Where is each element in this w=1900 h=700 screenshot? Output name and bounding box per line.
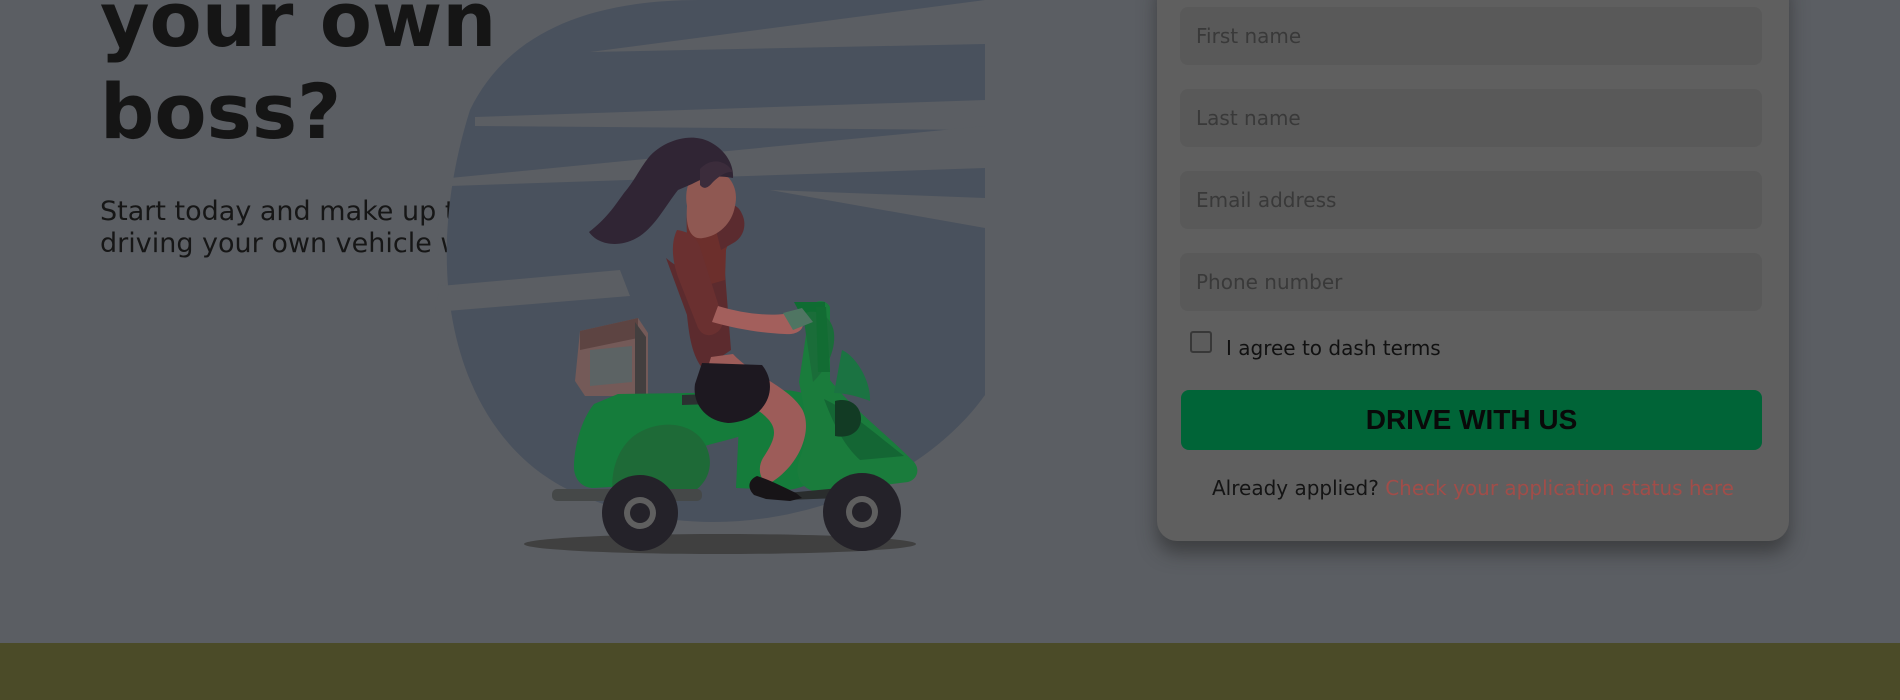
last-name-input[interactable] — [1180, 89, 1762, 147]
phone-field — [1180, 253, 1762, 311]
footer-color-band — [0, 643, 1900, 700]
terms-agreement-row[interactable]: I agree to dash terms — [1190, 331, 1441, 363]
email-input[interactable] — [1180, 171, 1762, 229]
driver-signup-form: I agree to dash terms DRIVE WITH US Alre… — [1157, 0, 1789, 541]
delivery-scooter-illustration — [435, 0, 985, 554]
first-name-input[interactable] — [1180, 7, 1762, 65]
phone-input[interactable] — [1180, 253, 1762, 311]
application-status-row: Already applied? Check your application … — [1157, 476, 1789, 500]
drive-with-us-button[interactable]: DRIVE WITH US — [1181, 390, 1762, 450]
terms-checkbox[interactable] — [1190, 331, 1212, 353]
email-field — [1180, 171, 1762, 229]
already-applied-text: Already applied? — [1212, 476, 1379, 500]
last-name-field — [1180, 89, 1762, 147]
dimmed-landing-page: your own boss? Start today and make up t… — [0, 0, 1900, 700]
application-status-link[interactable]: Check your application status here — [1385, 476, 1734, 500]
first-name-field — [1180, 7, 1762, 65]
package-box-icon — [575, 318, 648, 396]
terms-label: I agree to dash terms — [1226, 336, 1441, 360]
